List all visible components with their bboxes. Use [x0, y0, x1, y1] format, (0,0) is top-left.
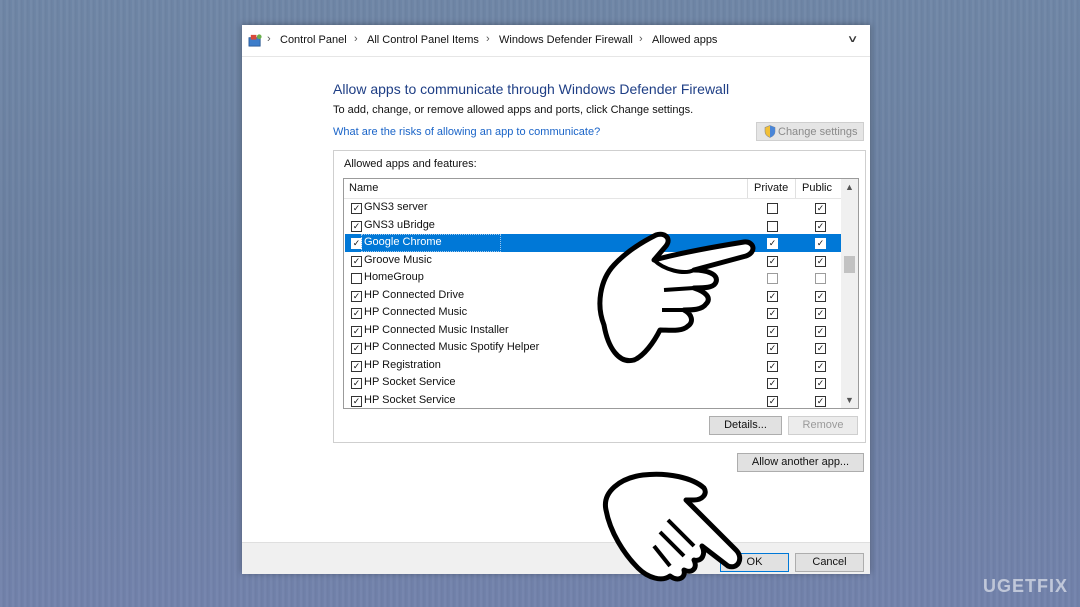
list-item[interactable]: ✓ HP Connected Music Installer ✓ ✓ [345, 322, 841, 340]
list-item[interactable]: ✓ Groove Music ✓ ✓ [345, 252, 841, 270]
private-checkbox[interactable] [767, 203, 778, 214]
app-name: HP Connected Drive [364, 288, 465, 301]
enable-checkbox[interactable]: ✓ [351, 395, 362, 407]
column-header-name[interactable]: Name [349, 179, 378, 198]
private-checkbox[interactable]: ✓ [767, 308, 778, 319]
public-checkbox[interactable]: ✓ [815, 308, 826, 319]
breadcrumb-separator: › [354, 33, 358, 45]
app-name: Groove Music [364, 253, 432, 266]
public-checkbox[interactable]: ✓ [815, 255, 826, 267]
public-checkbox[interactable]: ✓ [815, 378, 826, 389]
enable-checkbox[interactable]: ✓ [351, 378, 362, 389]
private-checkbox[interactable]: ✓ [767, 360, 778, 372]
page-subtitle: To add, change, or remove allowed apps a… [333, 104, 694, 116]
list-item[interactable]: ✓ HP Connected Music ✓ ✓ [345, 304, 841, 322]
public-checkbox[interactable]: ✓ [815, 203, 826, 214]
public-checkbox[interactable]: ✓ [815, 220, 826, 232]
public-checkbox[interactable]: ✓ [815, 343, 826, 354]
enable-checkbox[interactable]: ✓ [351, 308, 362, 319]
breadcrumb-control-panel[interactable]: Control Panel [280, 34, 347, 46]
list-item[interactable]: ✓ HP Connected Music Spotify Helper ✓ ✓ [345, 339, 841, 357]
remove-button[interactable]: Remove [788, 416, 858, 435]
enable-checkbox[interactable]: ✓ [351, 343, 362, 354]
public-checkbox[interactable]: ✓ [815, 395, 826, 407]
enable-checkbox[interactable]: ✓ [351, 325, 362, 337]
private-checkbox[interactable]: ✓ [767, 325, 778, 337]
uac-shield-icon [764, 125, 776, 138]
change-settings-button[interactable]: Change settings [756, 122, 864, 141]
breadcrumb-separator: › [486, 33, 490, 45]
page-title: Allow apps to communicate through Window… [333, 81, 730, 97]
app-name: HP Connected Music Installer [364, 323, 509, 336]
enable-checkbox[interactable] [351, 273, 362, 284]
enable-checkbox[interactable]: ✓ [351, 290, 362, 302]
vertical-scrollbar[interactable]: ▲ ▼ [841, 179, 858, 408]
scroll-down-icon[interactable]: ▼ [845, 395, 854, 405]
column-divider [747, 179, 748, 198]
control-panel-icon [248, 34, 262, 47]
ugetfix-logo: UGETFIX [982, 576, 1068, 596]
scroll-up-icon[interactable]: ▲ [845, 182, 854, 192]
public-checkbox[interactable]: ✓ [815, 238, 826, 249]
breadcrumb-separator: › [267, 33, 271, 45]
list-item[interactable]: ✓ HP Connected Drive ✓ ✓ [345, 287, 841, 305]
column-header-public[interactable]: Public [802, 179, 832, 198]
public-checkbox[interactable]: ✓ [815, 360, 826, 372]
allowed-apps-label: Allowed apps and features: [344, 158, 477, 170]
app-name: GNS3 uBridge [364, 218, 435, 231]
list-item[interactable]: ✓ HP Registration ✓ ✓ [345, 357, 841, 375]
cancel-button[interactable]: Cancel [795, 553, 864, 572]
private-checkbox[interactable]: ✓ [767, 378, 778, 389]
enable-checkbox[interactable]: ✓ [351, 220, 362, 232]
allow-another-app-button[interactable]: Allow another app... [737, 453, 864, 472]
app-name: HP Socket Service [364, 376, 456, 388]
pointing-hand-icon [602, 471, 743, 582]
list-item[interactable]: ✓ Google Chrome ✓ ✓ [345, 234, 841, 252]
public-checkbox[interactable]: ✓ [815, 325, 826, 337]
list-item[interactable]: ✓ HP Socket Service ✓ ✓ [345, 392, 841, 409]
firewall-window: › Control Panel › All Control Panel Item… [242, 25, 870, 574]
column-divider [795, 179, 796, 198]
app-name: HomeGroup [364, 271, 424, 283]
private-checkbox[interactable] [767, 273, 778, 284]
enable-checkbox[interactable]: ✓ [351, 203, 362, 214]
list-item[interactable]: ✓ GNS3 server ✓ [345, 199, 841, 217]
scroll-thumb[interactable] [844, 256, 855, 273]
app-name: HP Registration [364, 358, 441, 371]
breadcrumb-allowed-apps[interactable]: Allowed apps [652, 34, 717, 46]
private-checkbox[interactable] [767, 220, 778, 232]
column-header-private[interactable]: Private [754, 179, 788, 198]
list-item[interactable]: ✓ HP Socket Service ✓ ✓ [345, 374, 841, 392]
address-bar[interactable]: › Control Panel › All Control Panel Item… [242, 25, 870, 57]
private-checkbox[interactable]: ✓ [767, 395, 778, 407]
app-name: HP Socket Service [364, 393, 456, 406]
list-item[interactable]: ✓ GNS3 uBridge ✓ [345, 217, 841, 235]
breadcrumb-firewall[interactable]: Windows Defender Firewall [499, 34, 633, 46]
private-checkbox[interactable]: ✓ [767, 255, 778, 267]
private-checkbox[interactable]: ✓ [767, 343, 778, 354]
public-checkbox[interactable]: ✓ [815, 290, 826, 302]
breadcrumb-all-items[interactable]: All Control Panel Items [367, 34, 479, 46]
list-header: Name Private Public [344, 179, 842, 199]
details-button[interactable]: Details... [709, 416, 782, 435]
dialog-footer: OK Cancel [242, 542, 870, 574]
app-name: HP Connected Music Spotify Helper [364, 341, 540, 353]
change-settings-label: Change settings [778, 125, 858, 138]
app-name: GNS3 server [364, 201, 428, 213]
chevron-down-icon[interactable]: ∨ [846, 34, 858, 45]
pointing-hand-icon [597, 231, 756, 364]
private-checkbox[interactable]: ✓ [767, 238, 778, 249]
public-checkbox[interactable] [815, 273, 826, 284]
list-item[interactable]: HomeGroup [345, 269, 841, 287]
enable-checkbox[interactable]: ✓ [351, 360, 362, 372]
private-checkbox[interactable]: ✓ [767, 290, 778, 302]
app-name: HP Connected Music [364, 306, 468, 318]
risk-link[interactable]: What are the risks of allowing an app to… [333, 126, 600, 138]
app-name: Google Chrome [364, 236, 442, 248]
breadcrumb-separator: › [639, 33, 643, 45]
enable-checkbox[interactable]: ✓ [351, 255, 362, 267]
